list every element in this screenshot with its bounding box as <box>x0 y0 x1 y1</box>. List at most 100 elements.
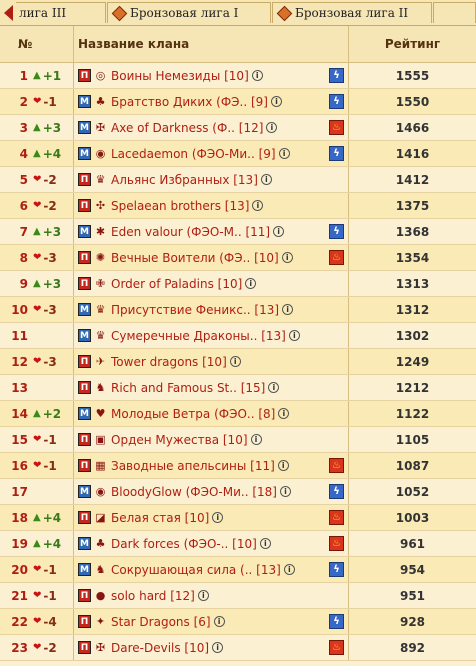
clan-type-badge: М <box>78 407 91 420</box>
clan-cell: П ♞ Rich and Famous St.. [15] i <box>74 375 349 400</box>
clan-info-icon[interactable]: i <box>278 408 290 419</box>
flame-icon: ♨ <box>329 120 344 135</box>
clan-info-icon[interactable]: i <box>277 460 289 471</box>
clan-info-icon[interactable]: i <box>212 642 224 653</box>
clan-name-link[interactable]: Dare-Devils [10] <box>111 641 209 655</box>
rank-cell: 9 ▲ +3 <box>0 271 74 296</box>
tab-bronze-league-1[interactable]: Бронзовая лига I <box>107 2 271 23</box>
rank-number: 22 <box>11 614 28 629</box>
clan-cell: П ◎ Воины Немезиды [10] i <box>74 63 349 88</box>
arrow-up-icon: ▲ <box>33 512 41 523</box>
clan-name-link[interactable]: Присутствие Феникс.. [13] <box>111 303 279 317</box>
clan-info-icon[interactable]: i <box>245 278 257 289</box>
clan-name-link[interactable]: Star Dragons [6] <box>111 615 211 629</box>
clan-name-link[interactable]: Dark forces (ФЭО-.. [10] <box>111 537 257 551</box>
clan-cell: М ♛ Присутствие Феникс.. [13] i <box>74 297 349 322</box>
rank-change: ❤ -1 <box>33 95 57 109</box>
clan-name-link[interactable]: Орден Мужества [10] <box>111 433 248 447</box>
clan-info-icon[interactable]: i <box>270 96 282 107</box>
clan-info-icon[interactable]: i <box>288 330 300 341</box>
tab-bronze-league-2[interactable]: Бронзовая лига II <box>272 2 432 23</box>
rating-value: 928 <box>399 614 426 629</box>
rank-number: 23 <box>11 640 28 655</box>
clan-info-icon[interactable]: i <box>281 252 293 263</box>
rating-cell: 951 <box>349 583 476 608</box>
clan-name-link[interactable]: Заводные апельсины [11] <box>111 459 275 473</box>
arrow-up-icon: ▲ <box>33 278 41 289</box>
clan-name-link[interactable]: Сумеречные Драконы.. [13] <box>111 329 286 343</box>
rank-change: ❤ -1 <box>33 589 57 603</box>
arrow-up-icon: ▲ <box>33 226 41 237</box>
rating-value: 954 <box>399 562 426 577</box>
heart-down-icon: ❤ <box>33 174 42 185</box>
clan-cell: М ♣ Братство Диких (ФЭ.. [9] i <box>74 89 349 114</box>
table-row: 1 ▲ +1 П ◎ Воины Немезиды [10] i ϟ 1555 <box>0 63 476 89</box>
clan-name-link[interactable]: Вечные Воители (ФЭ.. [10] <box>111 251 279 265</box>
clan-cell: П ✈ Tower dragons [10] i <box>74 349 349 374</box>
clan-info-icon[interactable]: i <box>279 486 291 497</box>
clan-info-icon[interactable]: i <box>268 382 280 393</box>
lightning-icon: ϟ <box>329 224 344 239</box>
table-row: 14 ▲ +2 М ♥ Молодые Ветра (ФЭО.. [8] i 1122 <box>0 401 476 427</box>
table-row: 4 ▲ +4 М ◉ Lacedaemon (ФЭО-Ми.. [9] i ϟ 1416 <box>0 141 476 167</box>
rank-change-value: -4 <box>43 614 57 629</box>
clan-info-icon[interactable]: i <box>197 590 209 601</box>
rank-change-value: -1 <box>43 562 57 577</box>
clan-info-icon[interactable]: i <box>260 174 272 185</box>
clan-info-icon[interactable]: i <box>266 122 278 133</box>
clan-name-link[interactable]: Order of Paladins [10] <box>111 277 242 291</box>
clan-name-link[interactable]: Белая стая [10] <box>111 511 209 525</box>
clan-name-link[interactable]: Альянс Избранных [13] <box>111 173 258 187</box>
clan-info-icon[interactable]: i <box>229 356 241 367</box>
tab-label: Бронзовая лига II <box>295 6 409 20</box>
clan-emblem-icon: ♛ <box>95 303 106 316</box>
clan-info-icon[interactable]: i <box>282 304 294 315</box>
clan-emblem-icon: ✠ <box>95 121 106 134</box>
clan-info-icon[interactable]: i <box>259 538 271 549</box>
rank-change: ▲ +3 <box>33 121 61 135</box>
arrow-up-icon: ▲ <box>33 408 41 419</box>
clan-name-link[interactable]: Lacedaemon (ФЭО-Ми.. [9] <box>111 147 276 161</box>
clan-emblem-icon: ✺ <box>95 251 106 264</box>
clan-name-link[interactable]: Rich and Famous St.. [15] <box>111 381 265 395</box>
clan-name-link[interactable]: Spelaean brothers [13] <box>111 199 249 213</box>
clan-name-link[interactable]: Сокрушающая сила (.. [13] <box>111 563 281 577</box>
rank-change-value: -2 <box>43 640 57 655</box>
rank-change: ❤ -3 <box>33 355 57 369</box>
clan-name-link[interactable]: Axe of Darkness (Ф.. [12] <box>111 121 263 135</box>
column-header-clan-name[interactable]: Название клана <box>74 26 349 62</box>
clan-info-icon[interactable]: i <box>283 564 295 575</box>
tabs-scroll-right-button[interactable] <box>433 2 476 23</box>
clan-info-icon[interactable]: i <box>251 70 263 81</box>
rank-change: ▲ +3 <box>33 225 61 239</box>
heart-down-icon: ❤ <box>33 252 42 263</box>
rank-change-value: +4 <box>42 536 62 551</box>
clan-info-icon[interactable]: i <box>250 434 262 445</box>
clan-type-badge: М <box>78 95 91 108</box>
clan-emblem-icon: ♣ <box>95 537 106 550</box>
clan-name-link[interactable]: solo hard [12] <box>111 589 195 603</box>
clan-info-icon[interactable]: i <box>213 616 225 627</box>
clan-name-link[interactable]: Воины Немезиды [10] <box>111 69 249 83</box>
clan-info-icon[interactable]: i <box>278 148 290 159</box>
rating-value: 1550 <box>395 94 430 109</box>
rank-number: 7 <box>19 224 28 239</box>
clan-type-badge: М <box>78 329 91 342</box>
rank-change: ▲ +4 <box>33 147 61 161</box>
column-header-rating[interactable]: Рейтинг <box>349 26 476 62</box>
clan-type-badge: П <box>78 277 91 290</box>
clan-info-icon[interactable]: i <box>252 200 264 211</box>
clan-name-link[interactable]: Eden valour (ФЭО-М.. [11] <box>111 225 270 239</box>
clan-info-icon[interactable]: i <box>273 226 285 237</box>
lightning-icon: ϟ <box>329 146 344 161</box>
heart-down-icon: ❤ <box>33 616 42 627</box>
clan-name-link[interactable]: Tower dragons [10] <box>111 355 227 369</box>
clan-name-link[interactable]: Братство Диких (ФЭ.. [9] <box>111 95 268 109</box>
clan-info-icon[interactable]: i <box>212 512 224 523</box>
clan-name-link[interactable]: Молодые Ветра (ФЭО.. [8] <box>111 407 275 421</box>
clan-name-link[interactable]: BloodyGlow (ФЭО-Ми.. [18] <box>111 485 277 499</box>
rank-number: 11 <box>11 328 28 343</box>
tabs-scroll-left-button[interactable] <box>0 0 16 25</box>
rating-value: 1312 <box>395 302 430 317</box>
rank-number: 16 <box>11 458 28 473</box>
